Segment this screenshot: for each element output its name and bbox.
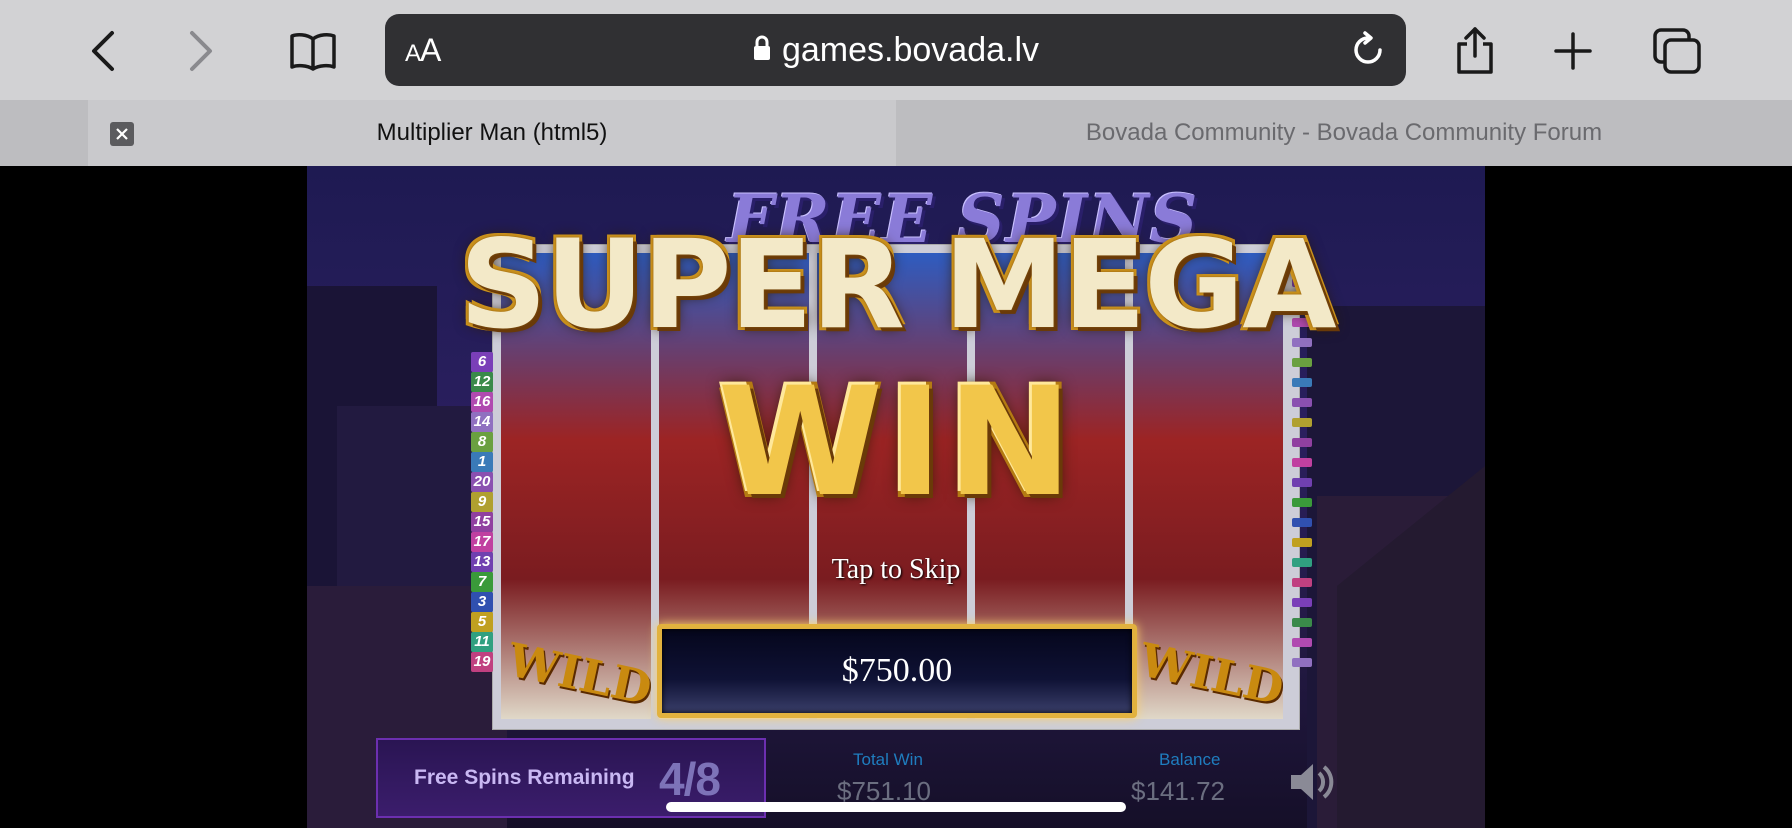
win-amount: $750.00 bbox=[841, 652, 953, 689]
tab-title: Bovada Community - Bovada Community Foru… bbox=[1085, 119, 1603, 146]
tab-multiplier-man[interactable]: Multiplier Man (html5) bbox=[88, 100, 896, 166]
payline-number: 3 bbox=[471, 592, 493, 612]
win-text: WIN bbox=[717, 356, 1077, 530]
tab-bovada-community[interactable]: Bovada Community - Bovada Community Foru… bbox=[896, 100, 1792, 166]
tabs-overview-icon[interactable] bbox=[1642, 16, 1712, 86]
new-tab-icon[interactable] bbox=[1538, 16, 1608, 86]
payline-number: 19 bbox=[471, 652, 493, 672]
tap-to-skip[interactable]: Tap to Skip bbox=[307, 554, 1485, 586]
super-mega-text: SUPER MEGA bbox=[459, 214, 1336, 356]
url-text: games.bovada.lv bbox=[781, 30, 1040, 69]
payline-number: 17 bbox=[471, 532, 493, 552]
browser-toolbar: AA games.bovada.lv bbox=[0, 0, 1792, 100]
payline-marker bbox=[1292, 638, 1312, 647]
payline-marker bbox=[1292, 538, 1312, 547]
lock-icon bbox=[752, 34, 772, 67]
win-amount-box: $750.00 bbox=[657, 624, 1137, 718]
address-bar[interactable]: AA games.bovada.lv bbox=[385, 14, 1406, 86]
payline-marker bbox=[1292, 618, 1312, 627]
wild-symbol: WILD bbox=[502, 632, 651, 716]
home-indicator[interactable] bbox=[666, 802, 1126, 812]
wild-symbol: WILD bbox=[1134, 632, 1283, 716]
payline-marker bbox=[1292, 598, 1312, 607]
payline-number: 5 bbox=[471, 612, 493, 632]
back-icon[interactable] bbox=[68, 16, 138, 86]
tab-bar: Multiplier Man (html5) Bovada Community … bbox=[0, 100, 1792, 166]
free-spins-remaining-label: Free Spins Remaining bbox=[414, 766, 635, 789]
balance-value: $141.72 bbox=[1131, 776, 1225, 806]
payline-number: 11 bbox=[471, 632, 493, 652]
payline-marker bbox=[1292, 658, 1312, 667]
free-spins-remaining-value: 4/8 bbox=[659, 753, 721, 805]
game-canvas[interactable]: FREE SPINS WILD WILD WILD WILD WILD 6121… bbox=[307, 166, 1485, 828]
reload-icon[interactable] bbox=[1348, 30, 1388, 75]
share-icon[interactable] bbox=[1440, 16, 1510, 86]
sound-icon[interactable] bbox=[1287, 760, 1335, 809]
bookmarks-icon[interactable] bbox=[278, 16, 348, 86]
total-win-label: Total Win bbox=[853, 750, 923, 769]
balance-label: Balance bbox=[1159, 750, 1221, 769]
forward-icon[interactable] bbox=[166, 16, 236, 86]
tab-title: Multiplier Man (html5) bbox=[376, 119, 608, 146]
